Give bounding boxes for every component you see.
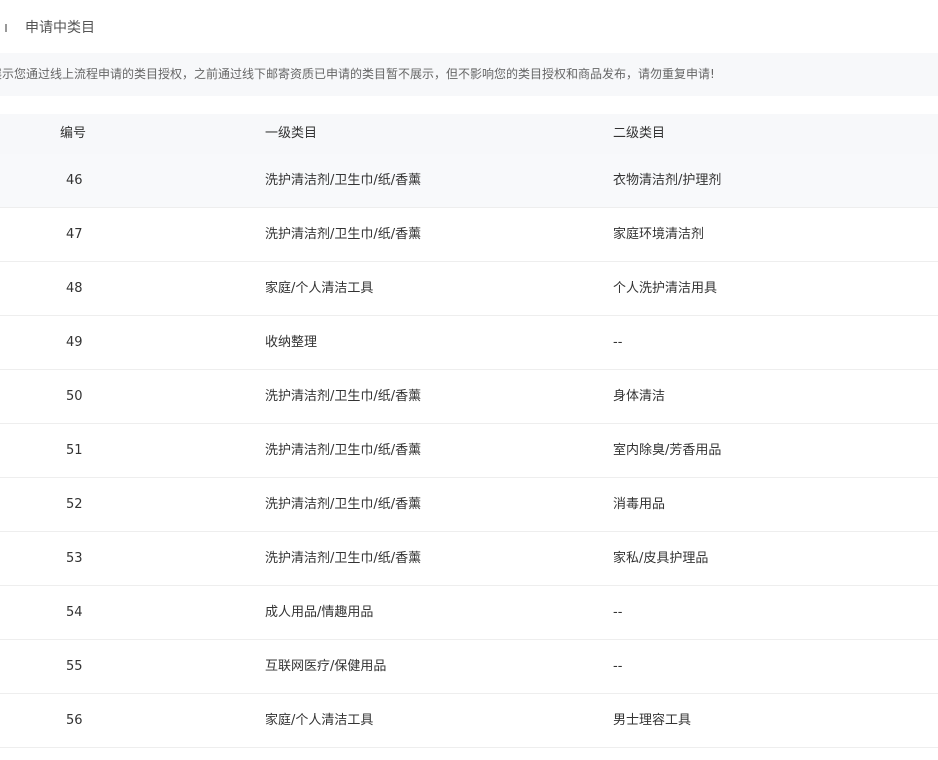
cell-no: 50 — [66, 389, 83, 404]
table-row: 50 洗护清洁剂/卫生巾/纸/香薰 身体清洁 — [0, 370, 938, 424]
header-level2: 二级类目 — [613, 126, 666, 141]
cell-no: 56 — [66, 713, 83, 728]
category-table: 编号 一级类目 二级类目 46 洗护清洁剂/卫生巾/纸/香薰 衣物清洁剂/护理剂… — [0, 114, 938, 748]
cell-no: 49 — [66, 335, 83, 350]
section-title: 申请中类目 — [25, 20, 95, 36]
table-row: 56 家庭/个人清洁工具 男士理容工具 — [0, 694, 938, 748]
table-body: 46 洗护清洁剂/卫生巾/纸/香薰 衣物清洁剂/护理剂 47 洗护清洁剂/卫生巾… — [0, 154, 938, 748]
cell-level2: 衣物清洁剂/护理剂 — [613, 173, 722, 188]
cell-level1: 家庭/个人清洁工具 — [265, 281, 374, 296]
cell-level2: 个人洗护清洁用具 — [613, 281, 718, 296]
cell-level2: 男士理容工具 — [613, 713, 692, 728]
cell-level2: 家庭环境清洁剂 — [613, 227, 705, 242]
title-marker — [5, 24, 7, 32]
table-row: 51 洗护清洁剂/卫生巾/纸/香薰 室内除臭/芳香用品 — [0, 424, 938, 478]
cell-level2: -- — [613, 605, 623, 620]
cell-no: 54 — [66, 605, 83, 620]
cell-no: 55 — [66, 659, 83, 674]
table-row: 46 洗护清洁剂/卫生巾/纸/香薰 衣物清洁剂/护理剂 — [0, 154, 938, 208]
cell-level1: 成人用品/情趣用品 — [265, 605, 374, 620]
cell-level1: 洗护清洁剂/卫生巾/纸/香薰 — [265, 389, 422, 404]
table-row: 48 家庭/个人清洁工具 个人洗护清洁用具 — [0, 262, 938, 316]
cell-level1: 收纳整理 — [265, 335, 318, 350]
table-row: 53 洗护清洁剂/卫生巾/纸/香薰 家私/皮具护理品 — [0, 532, 938, 586]
header-no: 编号 — [60, 126, 87, 141]
cell-no: 51 — [66, 443, 83, 458]
cell-level1: 洗护清洁剂/卫生巾/纸/香薰 — [265, 443, 422, 458]
cell-level1: 洗护清洁剂/卫生巾/纸/香薰 — [265, 497, 422, 512]
notice-text: 展示您通过线上流程申请的类目授权，之前通过线下邮寄资质已申请的类目暂不展示，但不… — [0, 67, 715, 81]
cell-level2: 消毒用品 — [613, 497, 666, 512]
category-application-page: 申请中类目 展示您通过线上流程申请的类目授权，之前通过线下邮寄资质已申请的类目暂… — [0, 0, 938, 760]
table-row: 54 成人用品/情趣用品 -- — [0, 586, 938, 640]
table-row: 55 互联网医疗/保健用品 -- — [0, 640, 938, 694]
cell-no: 48 — [66, 281, 83, 296]
cell-no: 53 — [66, 551, 83, 566]
cell-no: 46 — [66, 173, 83, 188]
table-row: 52 洗护清洁剂/卫生巾/纸/香薰 消毒用品 — [0, 478, 938, 532]
cell-level2: 室内除臭/芳香用品 — [613, 443, 722, 458]
cell-no: 52 — [66, 497, 83, 512]
section-header: 申请中类目 — [0, 0, 938, 56]
header-level1: 一级类目 — [265, 126, 318, 141]
cell-no: 47 — [66, 227, 83, 242]
cell-level2: -- — [613, 335, 623, 350]
cell-level2: 身体清洁 — [613, 389, 666, 404]
cell-level1: 洗护清洁剂/卫生巾/纸/香薰 — [265, 227, 422, 242]
table-row: 49 收纳整理 -- — [0, 316, 938, 370]
cell-level1: 洗护清洁剂/卫生巾/纸/香薰 — [265, 173, 422, 188]
cell-level1: 洗护清洁剂/卫生巾/纸/香薰 — [265, 551, 422, 566]
cell-level1: 互联网医疗/保健用品 — [265, 659, 387, 674]
cell-level2: -- — [613, 659, 623, 674]
notice-banner: 展示您通过线上流程申请的类目授权，之前通过线下邮寄资质已申请的类目暂不展示，但不… — [0, 53, 938, 96]
cell-level1: 家庭/个人清洁工具 — [265, 713, 374, 728]
cell-level2: 家私/皮具护理品 — [613, 551, 709, 566]
table-row: 47 洗护清洁剂/卫生巾/纸/香薰 家庭环境清洁剂 — [0, 208, 938, 262]
table-header: 编号 一级类目 二级类目 — [0, 114, 938, 154]
